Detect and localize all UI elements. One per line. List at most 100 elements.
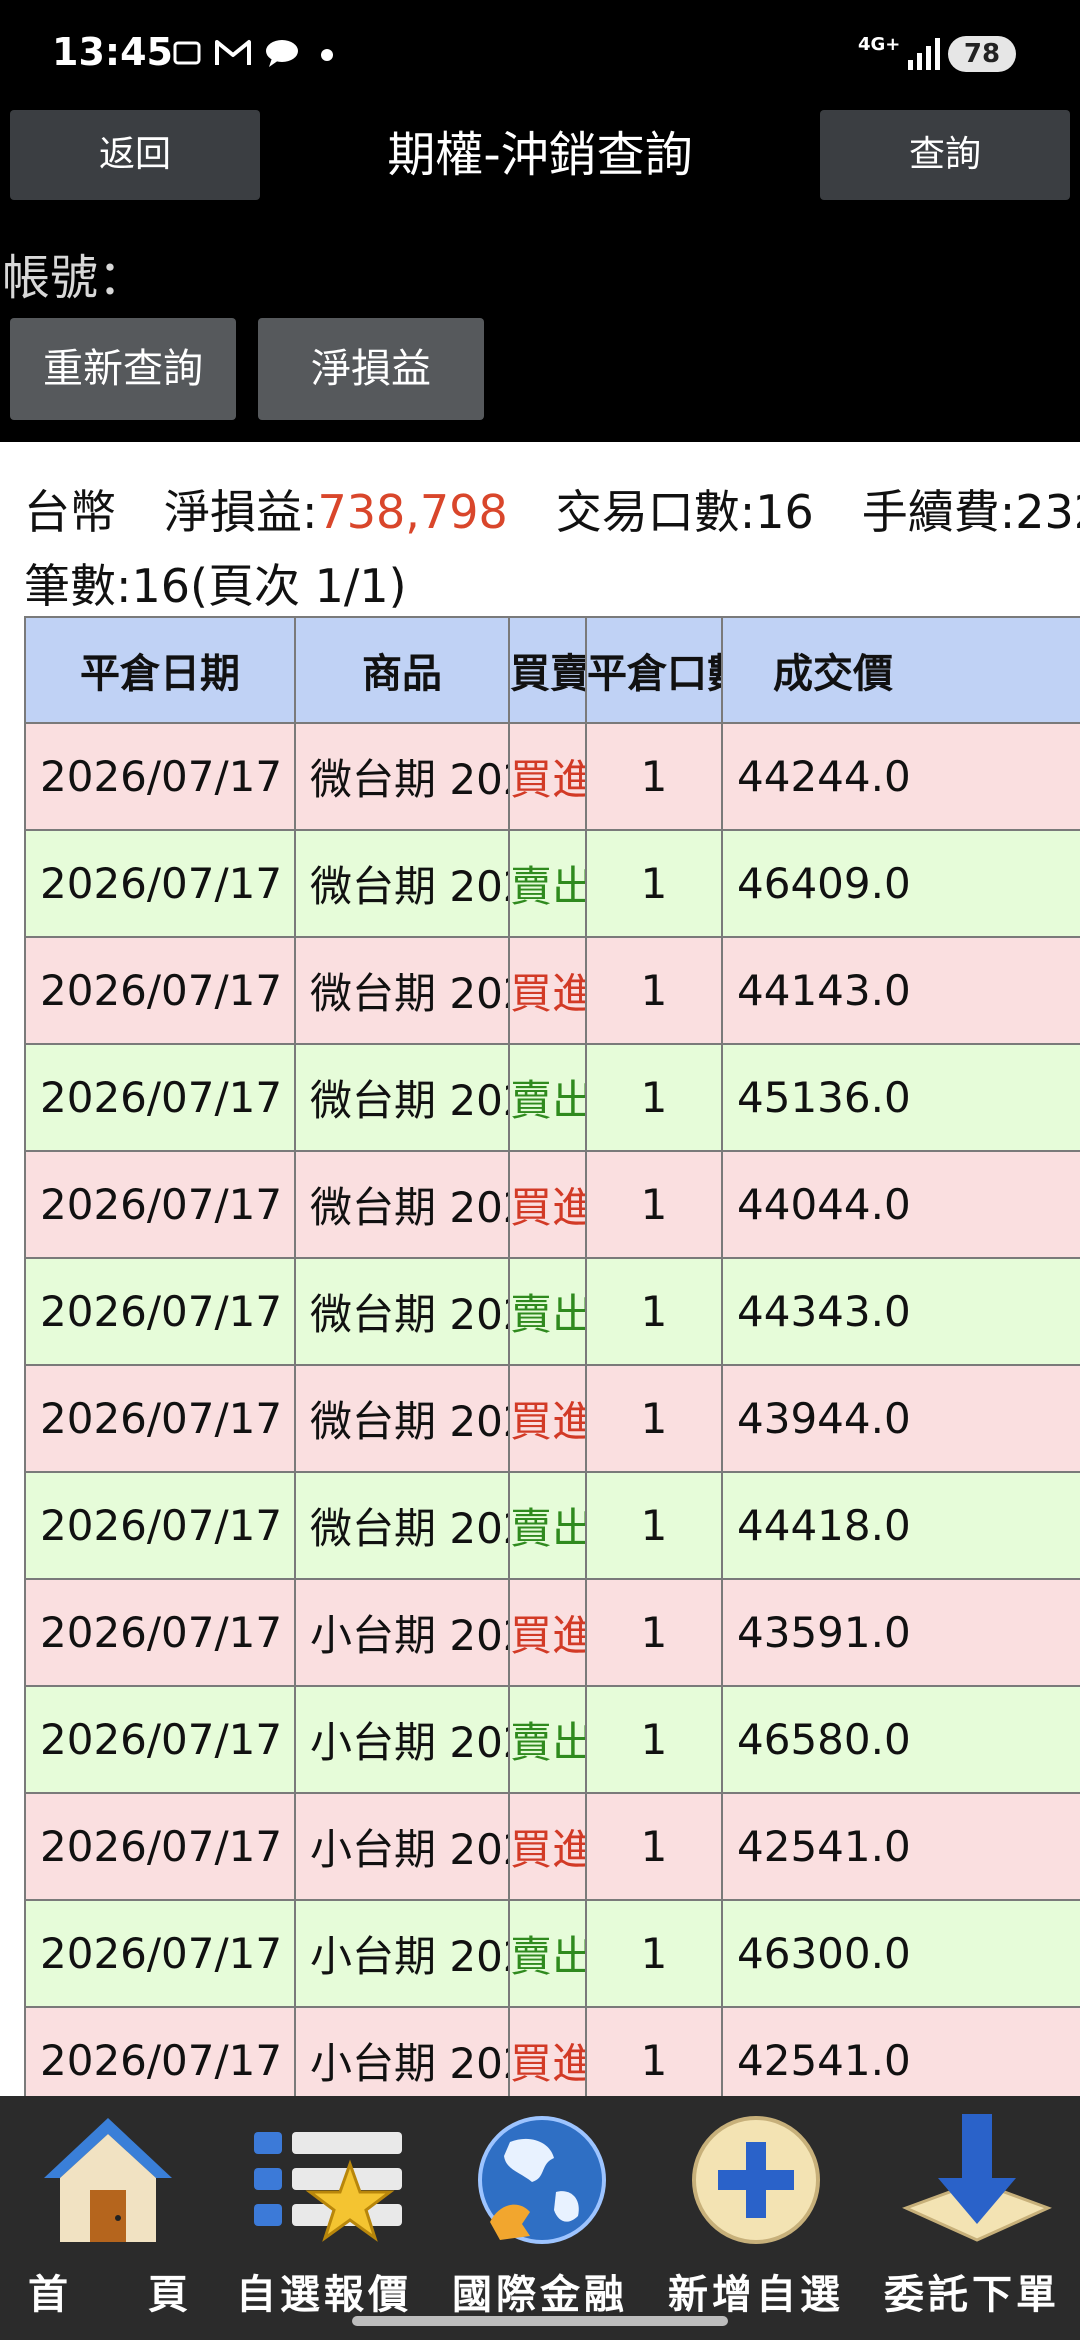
cell-price: 43944.0 <box>721 1364 1080 1473</box>
requery-button[interactable]: 重新查詢 <box>10 318 236 420</box>
nav-home-label-b: 頁 <box>148 2272 188 2318</box>
cell-product: 微台期 202608 <box>294 1364 510 1473</box>
nav-home[interactable]: 首頁 <box>0 2096 216 2318</box>
col-header-product[interactable]: 商品 <box>294 616 510 724</box>
cell-side: 賣出 <box>508 1471 587 1580</box>
nav-add-watch[interactable]: 新增自選 <box>648 2096 864 2318</box>
add-plus-icon <box>692 2116 820 2244</box>
cell-price: 42541.0 <box>721 2006 1080 2096</box>
cell-side: 買進 <box>508 1150 587 1259</box>
status-time: 13:45 <box>52 30 173 74</box>
cell-date: 2026/07/17 <box>24 2006 296 2096</box>
globe-icon <box>478 2116 606 2244</box>
cell-qty: 1 <box>585 1578 723 1687</box>
back-button[interactable]: 返回 <box>10 110 260 200</box>
order-arrow-icon <box>902 2114 1052 2242</box>
net-pl-button[interactable]: 淨損益 <box>258 318 484 420</box>
col-header-qty[interactable]: 平倉口數 <box>585 616 723 724</box>
cell-side: 賣出 <box>508 1257 587 1366</box>
cell-side: 賣出 <box>508 1685 587 1794</box>
cell-product: 小台期 202608 <box>294 1685 510 1794</box>
table-row[interactable]: 2026/07/17微台期 202608買進143944.0 <box>24 1364 1080 1473</box>
nav-order[interactable]: 委託下單 <box>864 2096 1080 2318</box>
query-button[interactable]: 查詢 <box>820 110 1070 200</box>
cell-date: 2026/07/17 <box>24 1792 296 1901</box>
cell-side: 賣出 <box>508 829 587 938</box>
signal-icon <box>908 38 940 70</box>
trade-count: 交易口數:16 <box>555 485 814 539</box>
net-pl-label: 淨損益: <box>164 485 318 539</box>
cell-date: 2026/07/17 <box>24 936 296 1045</box>
account-label: 帳號： <box>2 250 147 306</box>
cell-qty: 1 <box>585 1043 723 1152</box>
cell-date: 2026/07/17 <box>24 1471 296 1580</box>
nav-add-watch-label: 新增自選 <box>668 2272 844 2318</box>
cell-qty: 1 <box>585 1685 723 1794</box>
cell-price: 44244.0 <box>721 722 1080 831</box>
cell-price: 46580.0 <box>721 1685 1080 1794</box>
table-header-row: 平倉日期 商品 買賣 平倉口數 成交價 <box>24 616 1080 724</box>
cell-product: 微台期 202608 <box>294 722 510 831</box>
cell-price: 44044.0 <box>721 1150 1080 1259</box>
nav-home-label-a: 首 <box>28 2272 68 2318</box>
cell-price: 46300.0 <box>721 1899 1080 2008</box>
cell-side: 買進 <box>508 2006 587 2096</box>
cell-product: 微台期 202608 <box>294 1257 510 1366</box>
summary-line: 台幣 淨損益:738,798 交易口數:16 手續費:232 <box>24 476 1080 542</box>
home-icon <box>44 2118 172 2242</box>
watchlist-star-icon <box>254 2132 402 2242</box>
cell-date: 2026/07/17 <box>24 1578 296 1687</box>
cell-qty: 1 <box>585 936 723 1045</box>
gesture-bar[interactable] <box>352 2316 728 2326</box>
table-row[interactable]: 2026/07/17微台期 202608賣出144343.0 <box>24 1257 1080 1366</box>
nav-watchlist[interactable]: 自選報價 <box>216 2096 432 2318</box>
offset-table: 平倉日期 商品 買賣 平倉口數 成交價 2026/07/17微台期 202608… <box>24 616 1080 2096</box>
cell-qty: 1 <box>585 829 723 938</box>
fee: 手續費:232 <box>861 485 1080 539</box>
cell-price: 42541.0 <box>721 1792 1080 1901</box>
cell-product: 微台期 202608 <box>294 1150 510 1259</box>
chat-icon <box>266 40 298 67</box>
cell-product: 微台期 202608 <box>294 1471 510 1580</box>
cell-product: 小台期 202608 <box>294 1578 510 1687</box>
table-row[interactable]: 2026/07/17小台期 202608買進142541.0 <box>24 1792 1080 1901</box>
cell-product: 微台期 202608 <box>294 1043 510 1152</box>
cell-qty: 1 <box>585 1364 723 1473</box>
col-header-date[interactable]: 平倉日期 <box>24 616 296 724</box>
cell-date: 2026/07/17 <box>24 1257 296 1366</box>
page-title: 期權-沖銷查詢 <box>387 127 693 183</box>
cell-side: 買進 <box>508 722 587 831</box>
cell-date: 2026/07/17 <box>24 722 296 831</box>
app-header: 返回 期權-沖銷查詢 查詢 帳號： 重新查詢 淨損益 <box>0 110 1080 442</box>
table-row[interactable]: 2026/07/17小台期 202608賣出146300.0 <box>24 1899 1080 2008</box>
cell-side: 賣出 <box>508 1899 587 2008</box>
cell-qty: 1 <box>585 1899 723 2008</box>
table-row[interactable]: 2026/07/17小台期 202608買進143591.0 <box>24 1578 1080 1687</box>
table-row[interactable]: 2026/07/17小台期 202608買進142541.0 <box>24 2006 1080 2096</box>
table-row[interactable]: 2026/07/17微台期 202608買進144143.0 <box>24 936 1080 1045</box>
bottom-nav: 首頁 自選報價 國際金融 新增自選 委託下單 <box>0 2096 1080 2340</box>
table-row[interactable]: 2026/07/17微台期 202608買進144244.0 <box>24 722 1080 831</box>
table-row[interactable]: 2026/07/17微台期 202608賣出146409.0 <box>24 829 1080 938</box>
cell-side: 買進 <box>508 1364 587 1473</box>
notification-icon <box>173 41 201 65</box>
cell-date: 2026/07/17 <box>24 1364 296 1473</box>
col-header-side[interactable]: 買賣 <box>508 616 587 724</box>
col-header-price[interactable]: 成交價 <box>721 616 1080 724</box>
nav-international[interactable]: 國際金融 <box>432 2096 648 2318</box>
table-row[interactable]: 2026/07/17微台期 202608賣出144418.0 <box>24 1471 1080 1580</box>
cell-product: 微台期 202608 <box>294 936 510 1045</box>
content-area: 台幣 淨損益:738,798 交易口數:16 手續費:232 筆數:16(頁次 1/1… <box>0 442 1080 2096</box>
dot-icon <box>321 49 333 61</box>
nav-order-label: 委託下單 <box>884 2272 1060 2318</box>
table-row[interactable]: 2026/07/17微台期 202608買進144044.0 <box>24 1150 1080 1259</box>
table-row[interactable]: 2026/07/17小台期 202608賣出146580.0 <box>24 1685 1080 1794</box>
cell-date: 2026/07/17 <box>24 829 296 938</box>
nav-international-label: 國際金融 <box>452 2272 628 2318</box>
cell-product: 小台期 202608 <box>294 2006 510 2096</box>
status-bar: 13:45 4G+ 78 <box>0 0 1080 110</box>
table-row[interactable]: 2026/07/17微台期 202608賣出145136.0 <box>24 1043 1080 1152</box>
cell-date: 2026/07/17 <box>24 1150 296 1259</box>
cell-date: 2026/07/17 <box>24 1685 296 1794</box>
cell-qty: 1 <box>585 1792 723 1901</box>
